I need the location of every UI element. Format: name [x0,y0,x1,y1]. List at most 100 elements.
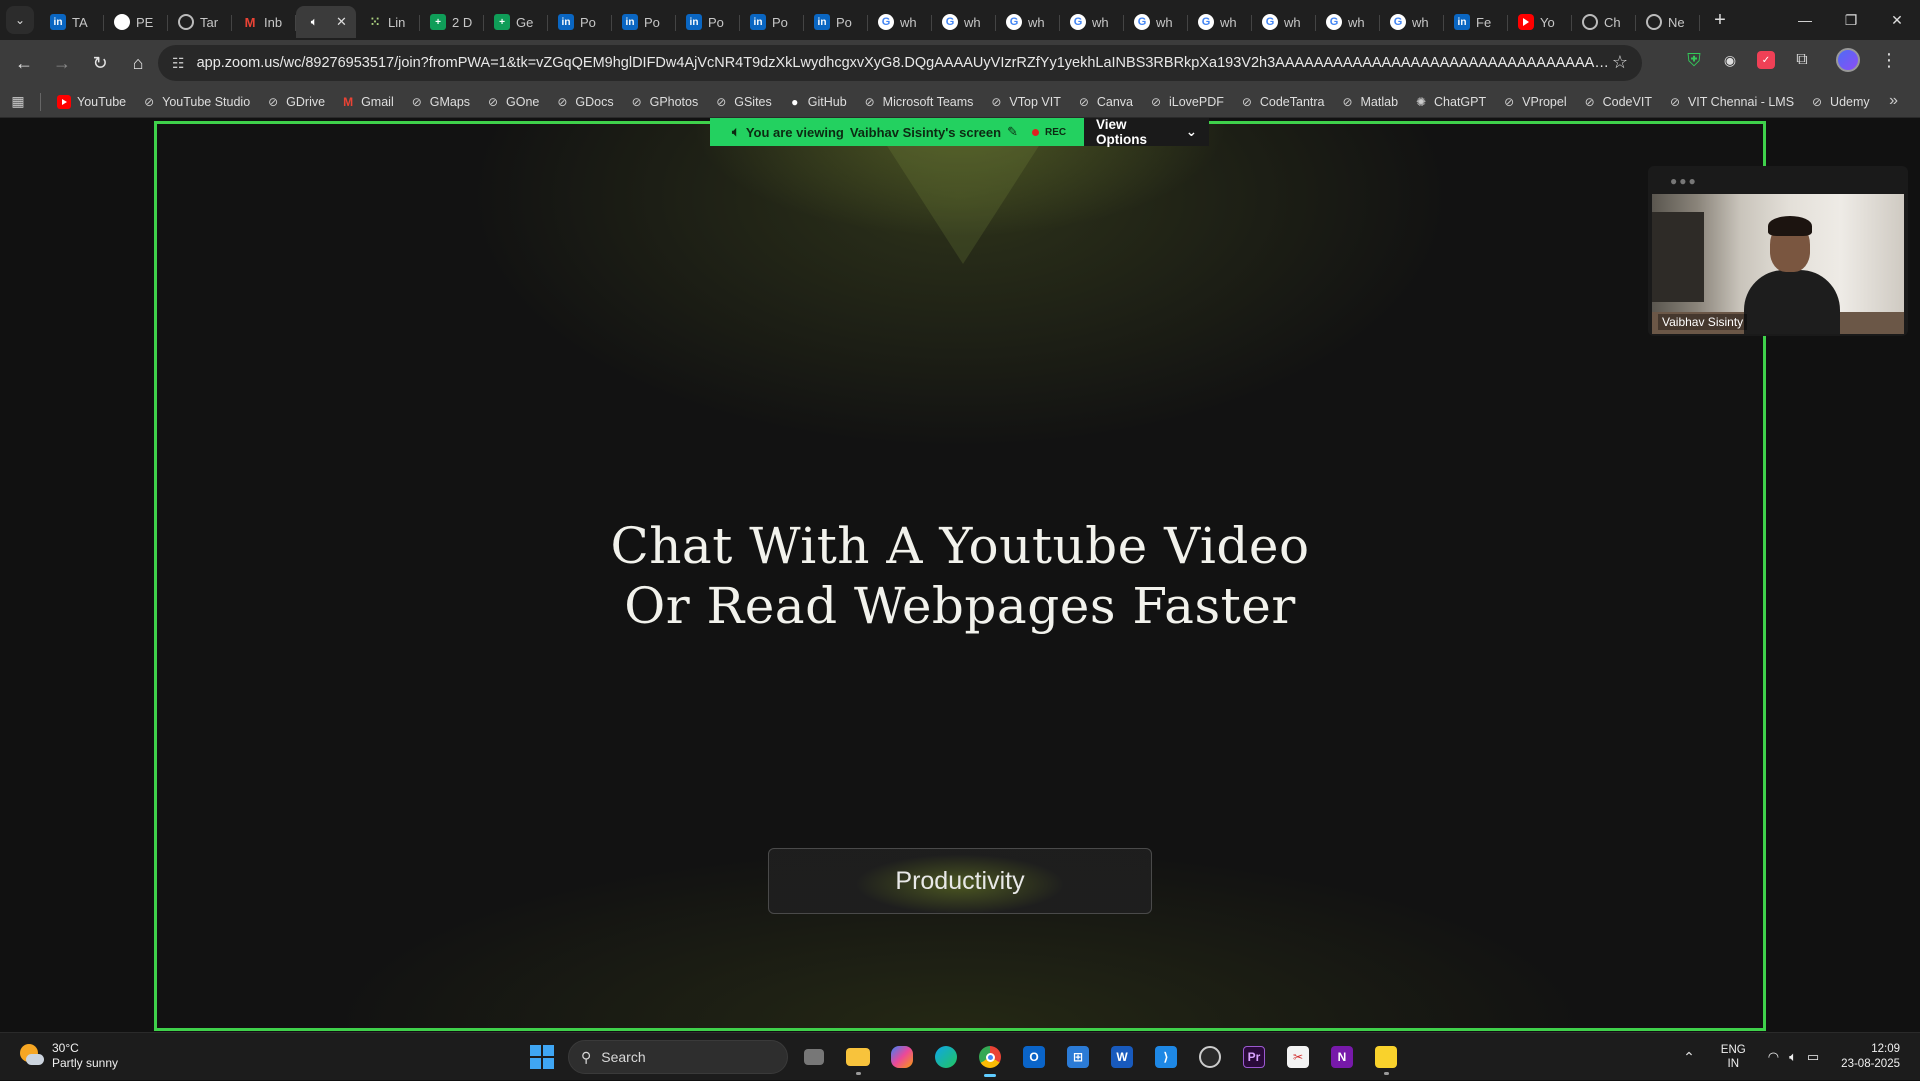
bookmark-item[interactable]: ⊘ YouTube Studio [134,88,258,116]
browser-tab[interactable]: PE [104,6,168,38]
extensions-puzzle-icon[interactable]: ⧉ [1788,46,1816,74]
bookmark-item[interactable]: ⊘ Matlab [1333,88,1407,116]
windows-start-icon[interactable] [524,1039,560,1075]
task-view-icon[interactable] [796,1039,832,1075]
browser-tab[interactable]: Ch [1572,6,1636,38]
clock[interactable]: 12:09 23-08-2025 [1841,1042,1900,1072]
vscode-icon[interactable]: ⟩ [1148,1039,1184,1075]
browser-tab[interactable]: Gwh [1060,6,1124,38]
bookmark-item[interactable]: YouTube [49,88,134,116]
quick-settings[interactable]: ◠ 🔈︎ ▭ [1768,1049,1819,1065]
browser-tab[interactable]: 🔈︎ ✕ [296,6,356,38]
bookmark-item[interactable]: ⊘ GDocs [547,88,621,116]
participant-video-tile[interactable]: ●●● Vaibhav Sisinty [1648,166,1908,336]
tab-title: Yo [1540,14,1555,30]
browser-tab[interactable]: Yo [1508,6,1572,38]
profile-avatar[interactable] [1836,48,1860,72]
apps-grid-icon[interactable]: ▦ [0,93,36,110]
chrome-icon[interactable] [972,1039,1008,1077]
browser-tab[interactable]: Gwh [996,6,1060,38]
url-text[interactable]: app.zoom.us/wc/89276953517/join?fromPWA=… [197,55,1617,71]
bookmark-item[interactable]: ⊘ CodeVIT [1575,88,1660,116]
browser-tab[interactable]: in Po [676,6,740,38]
browser-tab[interactable]: Gwh [868,6,932,38]
site-info-icon[interactable]: ☷ [172,55,185,72]
browser-tab[interactable]: Tar [168,6,232,38]
bookmark-item[interactable]: ⊘ Microsoft Teams [855,88,982,116]
bookmark-item[interactable]: ⊘ VIT Chennai - LMS [1660,88,1802,116]
snipping-tool-icon[interactable]: ✂ [1280,1039,1316,1075]
chatgpt-icon: ✺ [1416,94,1427,109]
close-window-button[interactable]: ✕ [1874,0,1920,40]
new-tab-button[interactable]: + [1706,6,1734,34]
bookmark-item[interactable]: ⊘ VPropel [1494,88,1574,116]
browser-tab[interactable]: Ne [1636,6,1700,38]
browser-tab[interactable]: in Po [548,6,612,38]
bookmark-item[interactable]: ⊘ GDrive [258,88,333,116]
browser-tab[interactable]: in Po [612,6,676,38]
menu-kebab-icon[interactable]: ⋮ [1880,50,1898,71]
edge-icon[interactable] [928,1039,964,1075]
forward-button[interactable]: → [44,45,80,81]
globe-icon [1646,14,1662,30]
back-button[interactable]: ← [6,45,42,81]
browser-tab[interactable]: Gwh [1380,6,1444,38]
browser-tab[interactable]: + Ge [484,6,548,38]
browser-tab[interactable]: M Inb [232,6,296,38]
onenote-icon[interactable]: N [1324,1039,1360,1075]
reload-button[interactable]: ↻ [82,45,118,81]
bookmark-item[interactable]: ⊘ iLovePDF [1141,88,1232,116]
tab-title: Inb [264,14,283,30]
word-icon[interactable]: W [1104,1039,1140,1075]
more-bookmarks-icon[interactable]: » [1889,92,1898,110]
bookmark-item[interactable]: ⊘ GOne [478,88,547,116]
obs-icon[interactable] [1192,1039,1228,1075]
microsoft-store-icon[interactable]: ⊞ [1060,1039,1096,1075]
bookmark-item[interactable]: ⊘ VTop VIT [981,88,1068,116]
shield-extension-icon[interactable]: ⛨ [1680,46,1708,74]
browser-tab[interactable]: Gwh [1252,6,1316,38]
bookmark-item[interactable]: ⊘ GPhotos [622,88,707,116]
tile-more-options-icon[interactable]: ●●● [1670,174,1698,188]
home-button[interactable]: ⌂ [120,45,156,81]
view-options-button[interactable]: View Options ⌄ [1084,117,1209,147]
bookmark-star-icon[interactable]: ☆ [1612,52,1628,73]
browser-tab[interactable]: in TA [40,6,104,38]
language-indicator[interactable]: ENG IN [1721,1043,1746,1071]
browser-tab[interactable]: Gwh [1188,6,1252,38]
minimize-button[interactable]: — [1782,0,1828,40]
bookmark-item[interactable]: M Gmail [333,88,402,116]
browser-tab[interactable]: Gwh [1124,6,1188,38]
file-explorer-icon[interactable] [840,1039,876,1075]
tab-search-button[interactable]: ⌄ [6,6,34,34]
show-hidden-icons-chevron-up-icon[interactable]: ⌃ [1683,1049,1695,1066]
copilot-icon[interactable] [884,1039,920,1075]
browser-tab[interactable]: Gwh [1316,6,1380,38]
bookmark-item[interactable]: ✺ ChatGPT [1406,88,1494,116]
bookmark-item[interactable]: ⊘ Canva [1069,88,1141,116]
browser-tab[interactable]: ⁙ Lin [356,6,420,38]
restore-button[interactable]: ❐ [1828,0,1874,40]
browser-tab[interactable]: in Fe [1444,6,1508,38]
browser-tab[interactable]: +2 D [420,6,484,38]
weather-widget[interactable]: 30°C Partly sunny [16,1041,118,1071]
pocket-extension-icon[interactable]: ✓ [1757,51,1775,69]
address-bar[interactable]: ☷ app.zoom.us/wc/89276953517/join?fromPW… [158,45,1642,81]
camera-extension-icon[interactable]: ◉ [1716,46,1744,74]
browser-tab[interactable]: Gwh [932,6,996,38]
google-icon: G [1006,14,1022,30]
browser-tab[interactable]: in Po [804,6,868,38]
bookmark-item[interactable]: ⊘ GMaps [402,88,478,116]
taskbar-search[interactable]: ⚲ Search [568,1040,788,1074]
close-tab-icon[interactable]: ✕ [336,14,347,30]
bookmark-item[interactable]: ● GitHub [780,88,855,116]
sticky-notes-icon[interactable] [1368,1039,1404,1075]
browser-tab[interactable]: in Po [740,6,804,38]
bookmark-item[interactable]: ⊘ GSites [706,88,780,116]
annotate-icon[interactable]: ✎ [1007,124,1018,140]
bookmark-label: YouTube [77,94,127,109]
premiere-pro-icon[interactable]: Pr [1236,1039,1272,1075]
bookmark-item[interactable]: ⊘ Udemy [1802,88,1878,116]
outlook-icon[interactable]: O [1016,1039,1052,1075]
bookmark-item[interactable]: ⊘ CodeTantra [1232,88,1333,116]
